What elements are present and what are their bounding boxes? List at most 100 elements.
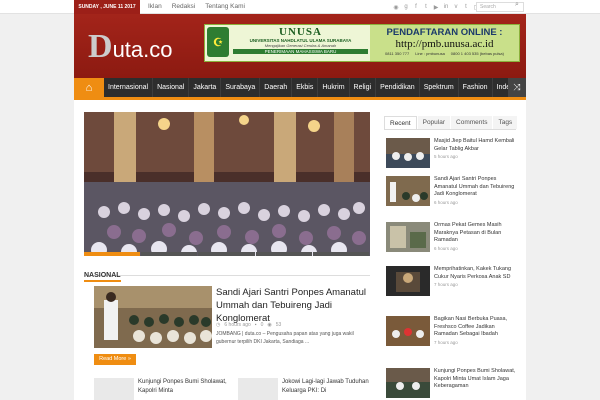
list-item[interactable]: Kunjungi Ponpes Bumi Sholawat, Kapolri M… — [94, 378, 234, 400]
logo-text: uta.co — [112, 37, 173, 62]
featured-post-meta: ◷ 6 hours ago ▪ 0 ◉ 53 — [216, 322, 281, 328]
youtube-icon[interactable]: ▶ — [432, 2, 440, 12]
nav-item-hukrim[interactable]: Hukrim — [318, 78, 350, 97]
twitter-icon[interactable]: t — [422, 2, 430, 12]
page-background-right — [526, 14, 600, 400]
sidebar-tabs: Recent Popular Comments Tags — [384, 116, 518, 130]
banner-phone1: 0811 350 777 — [385, 51, 410, 56]
social-icons: ◉ g f t ▶ in v t ◻ — [392, 2, 480, 12]
nav-item-surabaya[interactable]: Surabaya — [221, 78, 261, 97]
post-time: 6 hours ago — [434, 245, 458, 251]
nav-item-daerah[interactable]: Daerah — [260, 78, 293, 97]
nav-item-fashion[interactable]: Fashion — [459, 78, 493, 97]
post-thumbnail[interactable] — [386, 176, 430, 206]
post-title[interactable]: Memprihatinkan, Kakek Tukang Cukur Nyari… — [434, 266, 516, 281]
post-thumbnail[interactable] — [386, 316, 430, 346]
slider-dot[interactable] — [84, 252, 141, 256]
slider-dot[interactable] — [312, 252, 370, 256]
post-title[interactable]: Sandi Ajari Santri Ponpes Amanatul Ummah… — [434, 176, 516, 199]
post-time: 5 hours ago — [434, 154, 458, 159]
post-time: 6 hours ago — [224, 322, 251, 328]
featured-slider[interactable] — [84, 112, 370, 256]
tab-comments[interactable]: Comments — [451, 116, 493, 129]
list-item[interactable]: Ormas Pekat Gemes Masih Maraknya Petasan… — [386, 222, 516, 258]
post-thumbnail[interactable] — [94, 378, 134, 400]
comment-icon: ▪ — [254, 322, 257, 328]
list-item[interactable]: Kunjungi Ponpes Bumi Sholawat, Kapolri M… — [386, 368, 516, 400]
post-thumbnail[interactable] — [386, 138, 430, 168]
banner-contacts: 0811 350 777 Line : pmbunusa 0800 1 403 … — [374, 51, 515, 56]
top-bar: SUNDAY , JUNE 11 2017 Iklan Redaksi Tent… — [0, 0, 600, 14]
vimeo-icon[interactable]: v — [452, 2, 460, 12]
rss-icon[interactable]: ◉ — [392, 2, 400, 12]
main-content: NASIONAL Sandi Ajari Santri Ponpes Amana… — [74, 100, 526, 400]
current-date: SUNDAY , JUNE 11 2017 — [74, 0, 140, 14]
section-title-text: NASIONAL — [84, 272, 121, 282]
post-time: 7 hours ago — [434, 339, 458, 345]
unusa-emblem-icon: ☪ — [207, 27, 229, 57]
comment-count[interactable]: 0 — [261, 322, 264, 328]
list-item[interactable]: Bagikan Nasi Berbuka Puasa, Freshsco Cof… — [386, 316, 516, 352]
featured-post-image[interactable] — [94, 286, 212, 348]
post-thumbnail[interactable] — [238, 378, 278, 400]
list-item[interactable]: Memprihatinkan, Kakek Tukang Cukur Nyari… — [386, 266, 516, 302]
post-title[interactable]: Kunjungi Ponpes Bumi Sholawat, Kapolri M… — [434, 368, 516, 391]
nav-item-nasional[interactable]: Nasional — [153, 78, 190, 97]
slider-image — [84, 112, 370, 256]
nav-item-pendidikan[interactable]: Pendidikan — [376, 78, 420, 97]
slider-dots — [84, 252, 370, 256]
slider-dot[interactable] — [255, 252, 312, 256]
site-logo[interactable]: Duta.co — [88, 30, 173, 64]
google-plus-icon[interactable]: g — [402, 2, 410, 12]
list-item[interactable]: Sandi Ajari Santri Ponpes Amanatul Ummah… — [386, 176, 516, 212]
slider-dot[interactable] — [141, 252, 198, 256]
logo-letter: D — [88, 28, 113, 65]
tab-tags[interactable]: Tags — [493, 116, 518, 129]
nav-item-internasional[interactable]: Internasional — [104, 78, 154, 97]
random-article-icon[interactable]: ⤨ — [508, 78, 526, 97]
list-item[interactable]: Jokowi Lagi-lagi Jawab Tuduhan Keluarga … — [238, 378, 378, 400]
featured-post-excerpt: JOMBANG | duta.co – Pengusaha papan atas… — [216, 331, 354, 345]
tab-popular[interactable]: Popular — [417, 116, 451, 129]
section-title: NASIONAL — [84, 264, 370, 282]
list-item[interactable]: Masjid Jiep Baitul Hamd Kembali Gelar Ta… — [386, 138, 516, 174]
post-thumbnail[interactable] — [386, 222, 430, 252]
nav-item-religi[interactable]: Religi — [350, 78, 377, 97]
slider-dot[interactable] — [198, 252, 255, 256]
read-more-button[interactable]: Read More » — [94, 354, 136, 365]
nav-item-ekbis[interactable]: Ekbis — [292, 78, 319, 97]
banner-left: ☪ UNUSA UNIVERSITAS NAHDLATUL ULAMA SURA… — [205, 25, 370, 61]
banner-pendaftaran: PENDAFTARAN ONLINE : — [386, 27, 503, 38]
nav-item-jakarta[interactable]: Jakarta — [189, 78, 222, 97]
post-title[interactable]: Bagikan Nasi Berbuka Puasa, Freshsco Cof… — [434, 316, 516, 339]
post-time: 6 hours ago — [434, 199, 458, 205]
eye-icon: ◉ — [267, 322, 272, 328]
site-header: Duta.co ☪ UNUSA UNIVERSITAS NAHDLATUL UL… — [74, 14, 526, 78]
top-link-tentang-kami[interactable]: Tentang Kami — [205, 0, 245, 14]
post-title[interactable]: Jokowi Lagi-lagi Jawab Tuduhan Keluarga … — [282, 378, 378, 400]
post-title[interactable]: Masjid Jiep Baitul Hamd Kembali Gelar Ta… — [434, 138, 516, 153]
linkedin-icon[interactable]: in — [442, 2, 450, 12]
post-thumbnail[interactable] — [386, 266, 430, 296]
banner-url: http://pmb.unusa.ac.id — [395, 38, 494, 50]
banner-phone2: 0800 1 403 535 (bebas pulsa) — [450, 51, 504, 56]
tab-recent[interactable]: Recent — [384, 116, 417, 129]
home-icon[interactable]: ⌂ — [74, 78, 104, 97]
top-link-iklan[interactable]: Iklan — [148, 0, 162, 14]
top-links: Iklan Redaksi Tentang Kami — [148, 0, 245, 14]
post-title[interactable]: Kunjungi Ponpes Bumi Sholawat, Kapolri M… — [138, 378, 234, 400]
banner-pmb: PENERIMAAN MAHASISWA BARU — [233, 49, 368, 54]
featured-post-title[interactable]: Sandi Ajari Santri Ponpes Amanatul Ummah… — [216, 286, 366, 325]
tumblr-icon[interactable]: t — [462, 2, 470, 12]
unusa-ad-banner[interactable]: ☪ UNUSA UNIVERSITAS NAHDLATUL ULAMA SURA… — [204, 24, 520, 62]
facebook-icon[interactable]: f — [412, 2, 420, 12]
banner-unusa: UNUSA — [279, 26, 322, 38]
top-link-redaksi[interactable]: Redaksi — [172, 0, 195, 14]
banner-tagline: Mengajikan Generasi Cerdas & Amanah — [264, 43, 337, 48]
clock-icon: ◷ — [216, 322, 221, 328]
search-icon[interactable]: ⌕ — [515, 1, 519, 9]
banner-line: Line : pmbunusa — [415, 51, 445, 56]
post-thumbnail[interactable] — [386, 368, 430, 398]
post-title[interactable]: Ormas Pekat Gemes Masih Maraknya Petasan… — [434, 222, 516, 245]
nav-item-spektrum[interactable]: Spektrum — [420, 78, 459, 97]
